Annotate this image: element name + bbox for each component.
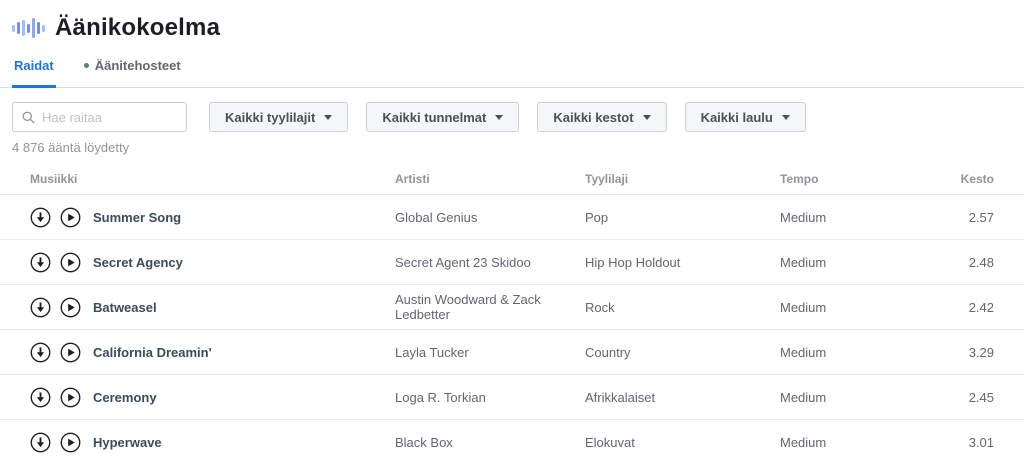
table-row: California Dreamin' Layla Tucker Country… [0, 330, 1024, 375]
filter-duration-dropdown[interactable]: Kaikki kestot [537, 102, 667, 132]
table-row: Ceremony Loga R. Torkian Afrikkalaiset M… [0, 375, 1024, 420]
play-icon [60, 387, 81, 407]
music-cell: Secret Agency [30, 252, 395, 273]
table-row: Batweasel Austin Woodward & Zack Ledbett… [0, 285, 1024, 330]
music-cell: Summer Song [30, 207, 395, 228]
tempo-cell: Medium [780, 209, 827, 225]
search-icon [22, 111, 35, 124]
play-button[interactable] [60, 252, 81, 273]
table-header: Musiikki Artisti Tyylilaji Tempo Kesto [0, 163, 1024, 195]
download-icon [30, 297, 51, 317]
caret-down-icon [642, 114, 651, 120]
tab-raidat[interactable]: Raidat [12, 46, 56, 88]
genre-cell: Hip Hop Holdout [585, 254, 681, 270]
genre-cell: Country [585, 344, 631, 360]
column-header-artisti: Artisti [395, 171, 430, 186]
table-row: Secret Agency Secret Agent 23 Skidoo Hip… [0, 240, 1024, 285]
download-icon [30, 207, 51, 227]
table-row: Summer Song Global Genius Pop Medium 2.5… [0, 195, 1024, 240]
filter-genre-dropdown[interactable]: Kaikki tyylilajit [209, 102, 349, 132]
tab-label: Äänitehosteet [94, 58, 181, 73]
song-title: Summer Song [93, 209, 182, 225]
music-cell: Batweasel [30, 297, 395, 318]
play-button[interactable] [60, 207, 81, 228]
search-box[interactable] [12, 102, 187, 132]
filter-vocal-dropdown[interactable]: Kaikki laulu [684, 102, 806, 132]
genre-cell: Rock [585, 299, 615, 315]
download-icon [30, 252, 51, 272]
column-header-tyylilaji: Tyylilaji [585, 171, 629, 186]
download-button[interactable] [30, 207, 51, 228]
download-icon [30, 387, 51, 407]
tempo-cell: Medium [780, 299, 827, 315]
filters-toolbar: Kaikki tyylilajit Kaikki tunnelmat Kaikk… [0, 88, 1024, 138]
table-row: Hyperwave Black Box Elokuvat Medium 3.01 [0, 420, 1024, 456]
download-icon [30, 432, 51, 452]
filter-label: Kaikki kestot [553, 109, 634, 125]
filter-mood-dropdown[interactable]: Kaikki tunnelmat [366, 102, 520, 132]
download-button[interactable] [30, 297, 51, 318]
duration-cell: 2.45 [968, 389, 994, 405]
app-header: Äänikokoelma [0, 0, 1024, 46]
song-title: California Dreamin' [93, 344, 212, 360]
caret-down-icon [495, 114, 504, 120]
tempo-cell: Medium [780, 389, 827, 405]
play-button[interactable] [60, 342, 81, 363]
duration-cell: 2.57 [968, 209, 994, 225]
search-input[interactable] [42, 109, 177, 125]
artist-cell: Global Genius [395, 209, 478, 225]
tab-bullet-dot [83, 63, 89, 68]
tab-bar: Raidat Äänitehosteet [0, 46, 1024, 88]
artist-cell: Loga R. Torkian [395, 389, 486, 405]
genre-cell: Pop [585, 209, 609, 225]
column-header-musiikki: Musiikki [30, 171, 78, 186]
artist-cell: Austin Woodward & Zack Ledbetter [395, 292, 541, 322]
duration-cell: 3.01 [968, 434, 994, 450]
song-title: Batweasel [93, 299, 157, 315]
play-icon [60, 297, 81, 317]
duration-cell: 3.29 [968, 344, 994, 360]
download-button[interactable] [30, 387, 51, 408]
download-button[interactable] [30, 342, 51, 363]
song-title: Secret Agency [93, 254, 183, 270]
download-button[interactable] [30, 252, 51, 273]
tempo-cell: Medium [780, 254, 827, 270]
play-icon [60, 342, 81, 362]
play-icon [60, 432, 81, 452]
tempo-cell: Medium [780, 434, 827, 450]
tab-label: Raidat [14, 58, 54, 73]
play-button[interactable] [60, 297, 81, 318]
column-header-tempo: Tempo [780, 171, 819, 186]
song-title: Hyperwave [93, 434, 162, 450]
duration-cell: 2.42 [968, 299, 994, 315]
tempo-cell: Medium [780, 344, 827, 360]
filter-label: Kaikki laulu [700, 109, 773, 125]
artist-cell: Black Box [395, 434, 453, 450]
music-cell: Hyperwave [30, 432, 395, 453]
genre-cell: Elokuvat [585, 434, 635, 450]
waveform-icon [12, 17, 45, 39]
artist-cell: Secret Agent 23 Skidoo [395, 254, 531, 270]
genre-cell: Afrikkalaiset [585, 389, 656, 405]
play-icon [60, 207, 81, 227]
duration-cell: 2.48 [968, 254, 994, 270]
song-title: Ceremony [93, 389, 157, 405]
caret-down-icon [324, 114, 333, 120]
tab-aanitehosteet[interactable]: Äänitehosteet [82, 46, 183, 88]
play-button[interactable] [60, 387, 81, 408]
page-title: Äänikokoelma [55, 14, 221, 41]
column-header-kesto: Kesto [960, 171, 994, 186]
filter-label: Kaikki tunnelmat [382, 109, 487, 125]
download-button[interactable] [30, 432, 51, 453]
music-cell: Ceremony [30, 387, 395, 408]
caret-down-icon [781, 114, 790, 120]
artist-cell: Layla Tucker [395, 344, 469, 360]
play-button[interactable] [60, 432, 81, 453]
filter-label: Kaikki tyylilajit [225, 109, 316, 125]
results-count: 4 876 ääntä löydetty [12, 140, 130, 155]
play-icon [60, 252, 81, 272]
download-icon [30, 342, 51, 362]
music-cell: California Dreamin' [30, 342, 395, 363]
